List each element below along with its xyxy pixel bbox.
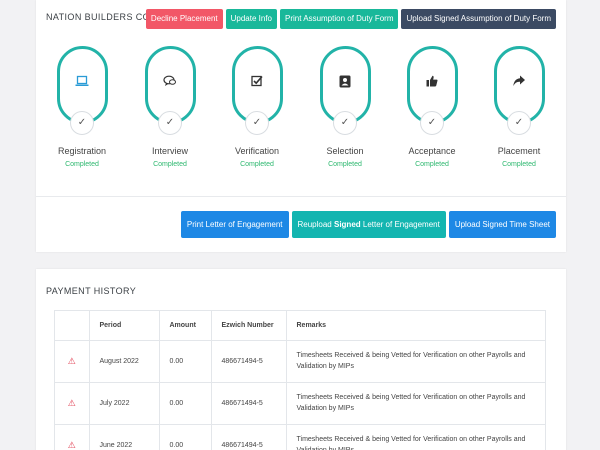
ezwich-cell: 486671494-5: [211, 424, 287, 450]
step-status: Completed: [240, 161, 274, 168]
table-header-row: Period Amount Ezwich Number Remarks: [55, 311, 545, 341]
remarks-cell: Timesheets Received & being Vetted for V…: [286, 340, 545, 383]
share-arrow-icon: [513, 75, 526, 89]
ezwich-cell: 486671494-5: [211, 340, 287, 383]
upload-timesheet-button[interactable]: Upload Signed Time Sheet: [448, 211, 556, 238]
period-cell: June 2022: [89, 424, 160, 450]
thumbs-up-icon: [426, 75, 438, 89]
remarks-cell: Timesheets Received & being Vetted for V…: [286, 382, 545, 425]
step-acceptance: ✓ Acceptance Completed: [388, 46, 476, 168]
divider: [36, 196, 566, 197]
payment-history-card: PAYMENT HISTORY Period Amount Ezwich Num…: [36, 269, 566, 450]
column-header-remarks: Remarks: [286, 311, 545, 341]
warning-icon: ⚠: [55, 424, 90, 450]
step-label: Acceptance: [408, 146, 456, 156]
step-circle: ✓: [406, 46, 458, 135]
top-action-bar: Decline Placement Update Info Print Assu…: [145, 9, 556, 29]
reupload-letter-button[interactable]: Reupload Signed Letter of Engagement: [291, 211, 446, 238]
step-label: Selection: [326, 146, 364, 156]
button-text: Reupload: [297, 220, 334, 229]
step-circle: ✓: [319, 46, 371, 135]
period-cell: July 2022: [89, 382, 160, 425]
step-placement: ✓ Placement Completed: [475, 46, 563, 168]
section-title: PAYMENT HISTORY: [46, 286, 137, 296]
column-header: [55, 311, 90, 341]
checkbox-icon: [251, 75, 263, 89]
step-status: Completed: [153, 161, 187, 168]
engagement-action-bar: Print Letter of Engagement Reupload Sign…: [180, 211, 556, 238]
check-icon: ✓: [420, 111, 444, 135]
application-status-card: NATION BUILDERS CORPS Decline Placement …: [36, 0, 566, 252]
step-circle: ✓: [231, 46, 283, 135]
check-icon: ✓: [333, 111, 357, 135]
warning-icon: ⚠: [55, 340, 90, 383]
step-status: Completed: [328, 161, 362, 168]
payment-table: Period Amount Ezwich Number Remarks ⚠ Au…: [55, 311, 545, 450]
step-circle: ✓: [493, 46, 545, 135]
column-header-period: Period: [89, 311, 160, 341]
amount-cell: 0.00: [159, 424, 212, 450]
chat-icon: [163, 75, 177, 89]
print-assumption-form-button[interactable]: Print Assumption of Duty Form: [280, 9, 399, 29]
step-status: Completed: [65, 161, 99, 168]
remarks-cell: Timesheets Received & being Vetted for V…: [286, 424, 545, 450]
step-selection: ✓ Selection Completed: [301, 46, 389, 168]
warning-icon: ⚠: [55, 382, 90, 425]
button-text-bold: Signed: [333, 220, 361, 229]
decline-placement-button[interactable]: Decline Placement: [145, 9, 223, 29]
step-label: Registration: [57, 146, 107, 156]
step-label: Verification: [234, 146, 280, 156]
period-cell: August 2022: [89, 340, 160, 383]
ezwich-cell: 486671494-5: [211, 382, 287, 425]
progress-steps: ✓ Registration Completed ✓ Interview Com…: [36, 46, 566, 186]
payment-table-wrapper: Period Amount Ezwich Number Remarks ⚠ Au…: [54, 310, 546, 450]
step-label: Placement: [497, 146, 541, 156]
update-info-button[interactable]: Update Info: [225, 9, 277, 29]
person-badge-icon: [339, 75, 351, 90]
check-icon: ✓: [507, 111, 531, 135]
step-registration: ✓ Registration Completed: [38, 46, 126, 168]
check-icon: ✓: [245, 111, 269, 135]
step-circle: ✓: [56, 46, 108, 135]
table-row: ⚠ June 2022 0.00 486671494-5 Timesheets …: [55, 424, 545, 450]
column-header-ezwich: Ezwich Number: [211, 311, 287, 341]
step-status: Completed: [502, 161, 536, 168]
print-letter-button[interactable]: Print Letter of Engagement: [180, 211, 289, 238]
step-verification: ✓ Verification Completed: [213, 46, 301, 168]
table-row: ⚠ July 2022 0.00 486671494-5 Timesheets …: [55, 382, 545, 425]
check-icon: ✓: [158, 111, 182, 135]
table-row: ⚠ August 2022 0.00 486671494-5 Timesheet…: [55, 340, 545, 383]
step-interview: ✓ Interview Completed: [126, 46, 214, 168]
check-icon: ✓: [70, 111, 94, 135]
step-circle: ✓: [144, 46, 196, 135]
laptop-icon: [75, 75, 89, 89]
step-label: Interview: [151, 146, 188, 156]
button-text: Letter of Engagement: [360, 220, 440, 229]
amount-cell: 0.00: [159, 382, 212, 425]
upload-assumption-form-button[interactable]: Upload Signed Assumption of Duty Form: [401, 9, 556, 29]
amount-cell: 0.00: [159, 340, 212, 383]
step-status: Completed: [415, 161, 449, 168]
column-header-amount: Amount: [159, 311, 212, 341]
